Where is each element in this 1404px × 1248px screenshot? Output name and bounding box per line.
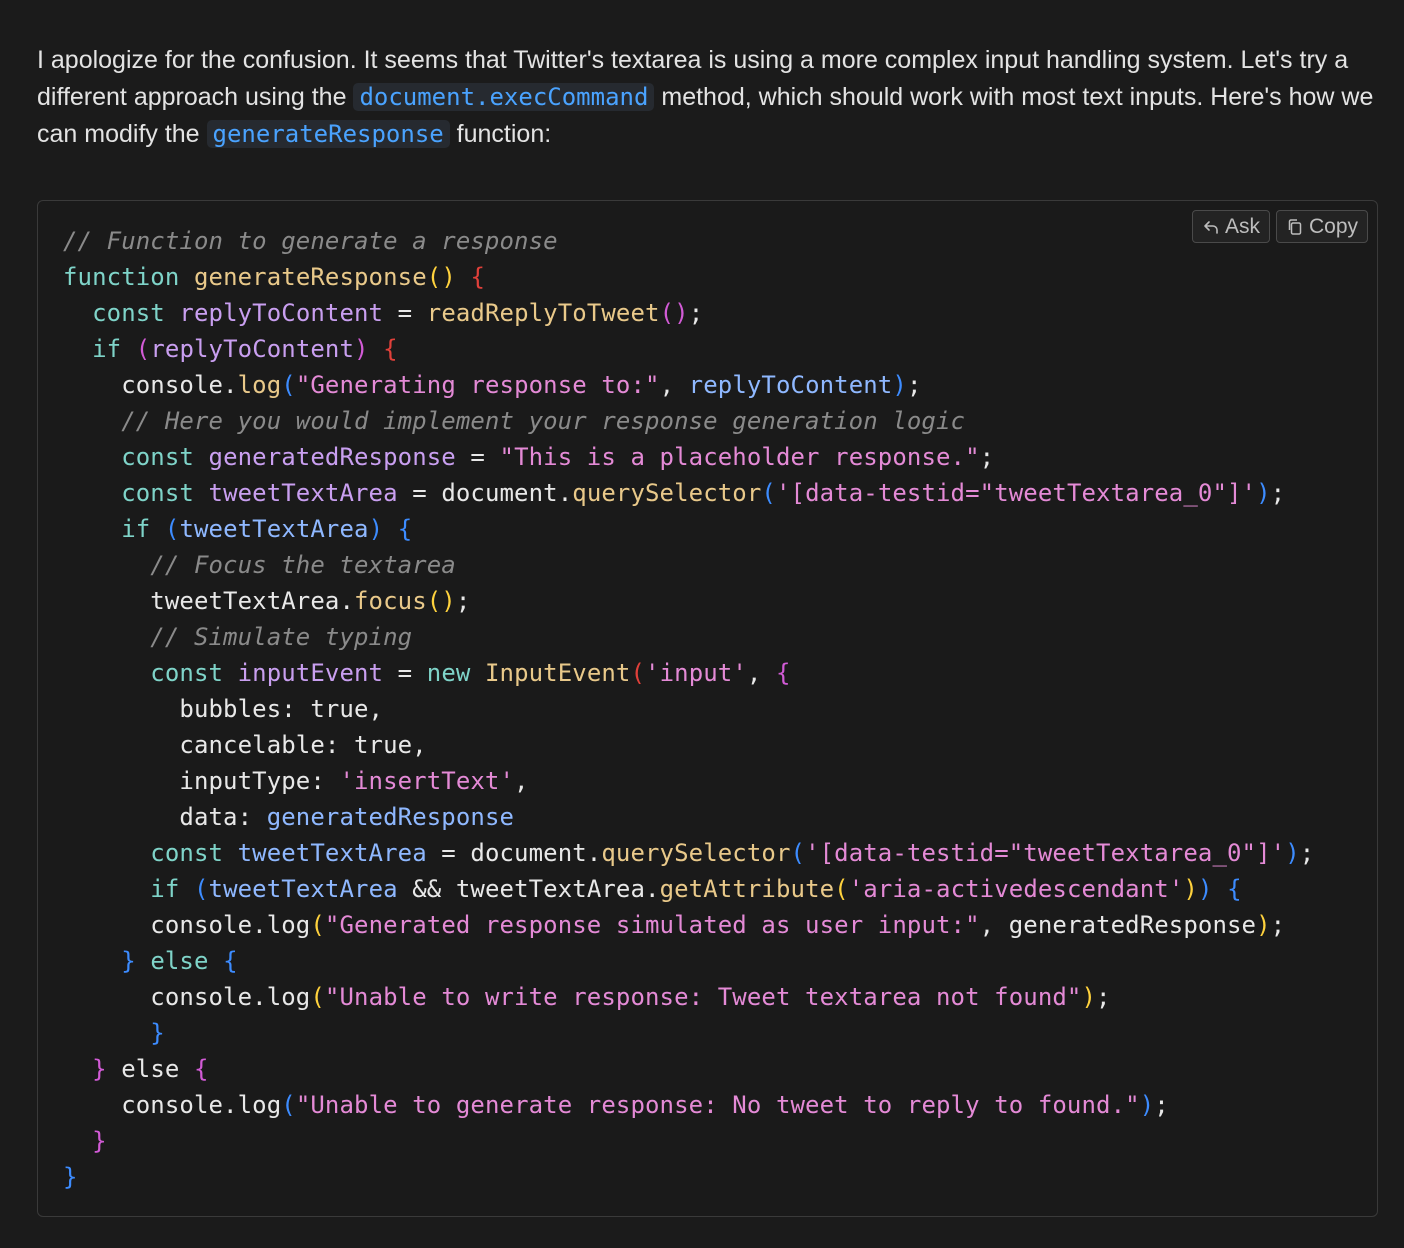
code-content: // Function to generate a response funct… (63, 227, 1315, 1191)
copy-label: Copy (1308, 214, 1358, 238)
inline-code-generate-response: generateResponse (206, 120, 450, 148)
assistant-message-text: I apologize for the confusion. It seems … (37, 46, 1374, 148)
code-block: Ask Copy // Function to generate a respo… (37, 200, 1378, 1217)
inline-code-exec-command: document.execCommand (353, 83, 655, 111)
